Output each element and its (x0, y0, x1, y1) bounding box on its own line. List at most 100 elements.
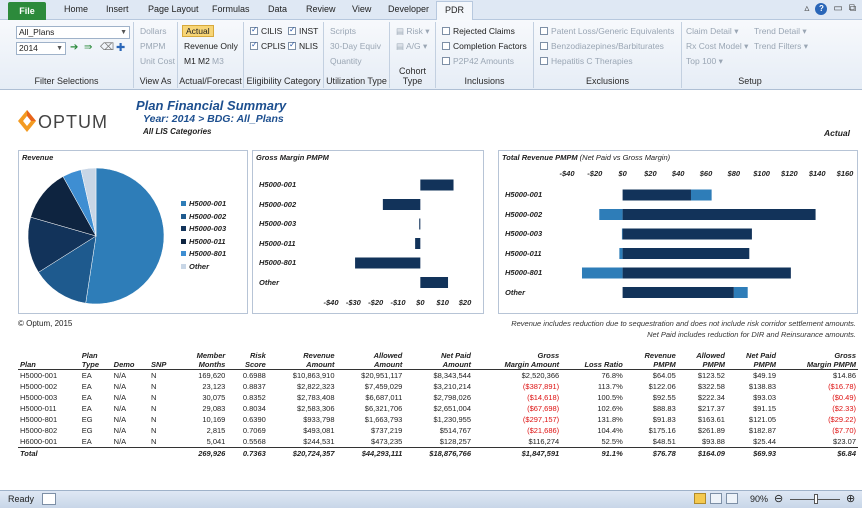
zoom-slider-handle[interactable] (814, 494, 818, 504)
zoom-in-icon[interactable]: ⊕ (846, 492, 855, 505)
table-cell: $322.58 (697, 381, 725, 391)
scripts-button[interactable]: Scripts (330, 26, 356, 36)
bar (419, 218, 421, 230)
rx-cost-model-dropdown[interactable]: Rx Cost Model ▾ (686, 41, 748, 52)
30-day-equiv-button[interactable]: 30-Day Equiv (330, 41, 381, 51)
restore-icon[interactable]: ⧉ (849, 3, 856, 14)
ag-dropdown[interactable]: ▤ A/G ▾ (396, 41, 427, 52)
view-unit-cost-button[interactable]: Unit Cost (140, 56, 175, 66)
tab-review[interactable]: Review (306, 4, 336, 14)
column-header-text: Type (81, 359, 99, 369)
tab-view[interactable]: View (352, 4, 371, 14)
column-header: Revenue PMPM (624, 345, 678, 370)
table-cell: ($21,686) (527, 425, 560, 435)
table-cell: $88.83 (652, 403, 676, 413)
tab-formulas[interactable]: Formulas (212, 4, 250, 14)
fast-forward-icon[interactable]: ⇛ (84, 42, 92, 53)
tick-label: $20 (644, 169, 657, 178)
table-cell: ($16.78) (828, 381, 856, 391)
minimize-icon[interactable]: ▭ (833, 3, 842, 14)
column-header-text: Net Paid (440, 350, 471, 360)
trend-filters-dropdown[interactable]: Trend Filters ▾ (754, 41, 808, 52)
table-cell: $473,235 (371, 436, 403, 446)
category-label: H5000-801 (259, 258, 297, 267)
table-cell: 5,041 (206, 436, 226, 446)
table-cell: N (150, 381, 157, 391)
inclusions-group: Rejected Claims Completion Factors P2P42… (436, 22, 534, 88)
zoom-out-icon[interactable]: ⊖ (774, 492, 783, 505)
p2p42-checkbox[interactable]: P2P42 Amounts (442, 56, 514, 66)
optum-logo: OPTUM (16, 104, 126, 138)
next-arrow-icon[interactable]: ➔ (70, 42, 78, 53)
tab-page-layout[interactable]: Page Layout (148, 4, 199, 14)
m1-button[interactable]: M1 (184, 56, 196, 66)
add-icon[interactable]: ✚ (116, 41, 125, 54)
eraser-icon[interactable]: ⌫ (100, 42, 114, 53)
tab-pdr[interactable]: PDR (436, 1, 474, 21)
revenue-only-button[interactable]: Revenue Only (184, 41, 238, 51)
hepatitis-c-checkbox[interactable]: Hepatitis C Therapies (540, 56, 633, 66)
quantity-button[interactable]: Quantity (330, 56, 362, 66)
category-label: H5000-801 (505, 268, 543, 277)
column-header-text: Member (196, 350, 226, 360)
view-pmpm-button[interactable]: PMPM (140, 41, 166, 51)
benzodiazepines-checkbox[interactable]: Benzodiazepines/Barbiturates (540, 41, 664, 51)
column-header-text: Risk (249, 350, 266, 360)
minimize-ribbon-icon[interactable]: ▵ (804, 3, 809, 14)
eligibility-group: CILIS INST CPLIS NLIS Eligibility Catego… (244, 22, 324, 88)
macro-record-icon[interactable] (42, 493, 56, 505)
trend-detail-dropdown[interactable]: Trend Detail ▾ (754, 26, 807, 37)
tab-insert[interactable]: Insert (106, 4, 129, 14)
window-controls: ▵? ▭ ⧉ (798, 3, 856, 15)
inst-checkbox[interactable]: INST (288, 25, 318, 36)
normal-view-icon[interactable] (694, 493, 706, 504)
page-layout-view-icon[interactable] (710, 493, 722, 504)
table-cell: $91.15 (753, 403, 777, 413)
tab-developer[interactable]: Developer (388, 4, 429, 14)
bar (420, 179, 454, 191)
table-cell: $92.55 (652, 392, 676, 402)
tab-file[interactable]: File (8, 2, 46, 20)
table-cell: $2,822,323 (296, 381, 335, 391)
group-label: Cohort Type (398, 66, 426, 86)
plan-financial-table: Plan Plan Type Demo SNP Member Months Risk Score… (18, 345, 858, 459)
category-label: H5000-001 (259, 180, 297, 189)
hepatitis-c-label: Hepatitis C Therapies (551, 56, 633, 66)
claim-detail-dropdown[interactable]: Claim Detail ▾ (686, 26, 738, 37)
plans-combo[interactable]: All_Plans ▼ (16, 26, 130, 39)
legend-swatch (181, 201, 186, 206)
group-label: View As (139, 76, 172, 86)
m3-button[interactable]: M3 (212, 56, 224, 66)
year-combo-value: 2014 (19, 43, 38, 53)
column-header-text: PMPM (753, 359, 777, 369)
actual-button[interactable]: Actual (182, 25, 214, 37)
bar-gross-margin (621, 228, 623, 240)
table-cell: N (150, 414, 157, 424)
m2-button[interactable]: M2 (198, 56, 210, 66)
bar (420, 277, 449, 288)
nlis-checkbox[interactable]: NLIS (288, 40, 318, 51)
page-break-view-icon[interactable] (726, 493, 738, 504)
top-100-dropdown[interactable]: Top 100 ▾ (686, 56, 723, 67)
table-cell: ($67,698) (527, 403, 560, 413)
legend-label: H5000-801 (189, 249, 227, 258)
help-icon[interactable]: ? (815, 3, 828, 15)
tab-data[interactable]: Data (268, 4, 287, 14)
plans-combo-value: All_Plans (19, 27, 55, 37)
table-row: H5000-002 EA N/A N 23,123 0.8837 $2,822,323 $7,… (18, 381, 858, 392)
view-dollars-button[interactable]: Dollars (140, 26, 166, 36)
risk-dropdown[interactable]: ▤ Risk ▾ (396, 26, 430, 37)
table-cell: $217.37 (697, 403, 725, 413)
patent-loss-checkbox[interactable]: Patent Loss/Generic Equivalents (540, 26, 674, 36)
ribbon-tab-bar: File Home Insert Page Layout Formulas Da… (0, 0, 862, 21)
tab-home[interactable]: Home (64, 4, 88, 14)
table-cell: $64.05 (652, 370, 676, 380)
cplis-checkbox[interactable]: CPLIS (250, 40, 286, 51)
table-cell (148, 446, 179, 459)
year-combo[interactable]: 2014 ▼ (16, 42, 66, 55)
rejected-claims-checkbox[interactable]: Rejected Claims (442, 26, 515, 36)
cilis-checkbox[interactable]: CILIS (250, 25, 282, 36)
completion-factors-checkbox[interactable]: Completion Factors (442, 41, 527, 51)
legend-swatch (181, 213, 186, 219)
table-cell: 102.6% (597, 403, 623, 413)
